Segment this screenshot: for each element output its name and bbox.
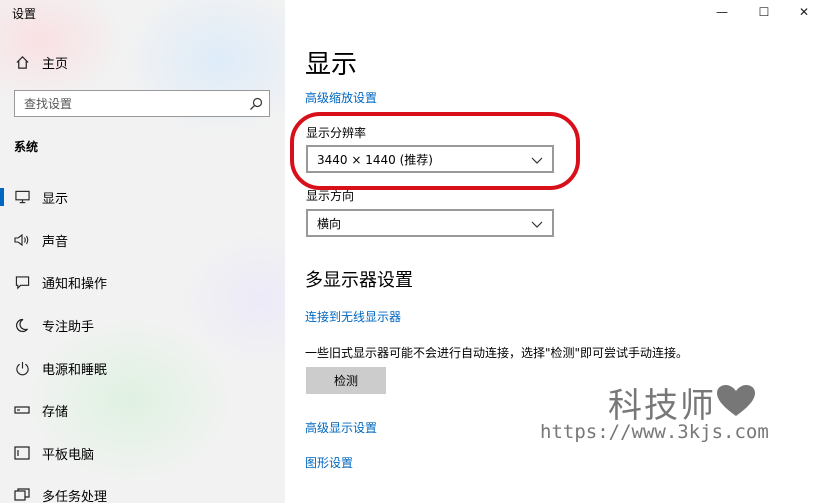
sidebar-item-label: 主页 xyxy=(42,56,69,72)
highlight-ring xyxy=(290,112,580,190)
minimize-button[interactable]: — xyxy=(702,0,742,24)
section-label-system: 系统 xyxy=(14,140,39,154)
minimize-icon: — xyxy=(716,5,728,19)
monitor-icon xyxy=(13,188,31,206)
sidebar-item-sound[interactable]: 声音 xyxy=(0,222,285,258)
close-icon: ✕ xyxy=(798,5,810,19)
sidebar-item-label: 显示 xyxy=(42,191,69,207)
watermark-text: 科技师 xyxy=(608,386,716,426)
multitask-icon xyxy=(13,486,31,503)
speaker-icon xyxy=(13,231,31,249)
sidebar-item-multitasking[interactable]: 多任务处理 xyxy=(0,477,285,503)
multi-display-title: 多显示器设置 xyxy=(305,270,413,291)
home-icon xyxy=(13,53,31,71)
sidebar: 设置 主页 系统 显示 声音 通知和操作 专注助手 xyxy=(0,0,285,503)
advanced-scaling-link[interactable]: 高级缩放设置 xyxy=(305,89,377,106)
sidebar-item-storage[interactable]: 存储 xyxy=(0,392,285,428)
detect-description: 一些旧式显示器可能不会进行自动连接，选择"检测"即可尝试手动连接。 xyxy=(305,346,689,360)
message-icon xyxy=(13,273,31,291)
advanced-display-link[interactable]: 高级显示设置 xyxy=(305,419,377,436)
sidebar-item-label: 通知和操作 xyxy=(42,276,108,292)
chevron-down-icon xyxy=(531,218,543,228)
orientation-value: 横向 xyxy=(317,216,342,231)
graphics-settings-link[interactable]: 图形设置 xyxy=(305,454,353,471)
maximize-icon: ☐ xyxy=(758,5,770,19)
sidebar-item-label: 电源和睡眠 xyxy=(42,362,108,378)
tablet-icon xyxy=(13,444,31,462)
watermark-url: https://www.3kjs.com xyxy=(540,421,769,443)
sidebar-item-tablet[interactable]: 平板电脑 xyxy=(0,435,285,471)
page-title: 显示 xyxy=(305,50,358,80)
sidebar-item-label: 存储 xyxy=(42,404,69,420)
sidebar-item-display[interactable]: 显示 xyxy=(0,179,285,215)
sidebar-item-notifications[interactable]: 通知和操作 xyxy=(0,264,285,300)
search-input[interactable] xyxy=(15,96,235,111)
active-indicator xyxy=(0,188,4,206)
moon-icon xyxy=(13,316,31,334)
sidebar-item-label: 专注助手 xyxy=(42,319,95,335)
close-button[interactable]: ✕ xyxy=(784,0,820,24)
search-box[interactable] xyxy=(14,90,270,117)
search-icon[interactable] xyxy=(249,96,263,110)
sidebar-item-label: 声音 xyxy=(42,234,69,250)
detect-button[interactable]: 检测 xyxy=(306,367,386,394)
maximize-button[interactable]: ☐ xyxy=(744,0,784,24)
sidebar-item-label: 多任务处理 xyxy=(42,489,108,503)
drive-icon xyxy=(13,401,31,419)
sidebar-item-focus-assist[interactable]: 专注助手 xyxy=(0,307,285,343)
sidebar-item-label: 平板电脑 xyxy=(42,447,95,463)
power-icon xyxy=(13,359,31,377)
wireless-display-link[interactable]: 连接到无线显示器 xyxy=(305,308,401,325)
heart-icon xyxy=(716,384,756,418)
app-title: 设置 xyxy=(12,7,37,21)
sidebar-item-home[interactable]: 主页 xyxy=(0,44,285,80)
sidebar-item-power[interactable]: 电源和睡眠 xyxy=(0,350,285,386)
orientation-dropdown[interactable]: 横向 xyxy=(306,209,554,237)
